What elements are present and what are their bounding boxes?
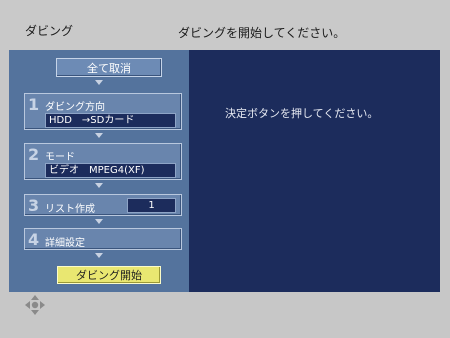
dubbing-menu-panel: 全て取消 1 ダビング方向 HDD →SDカード 2 モード ビデオ MPEG4… <box>9 50 189 292</box>
step-label: モード <box>45 152 75 163</box>
step-detailed-settings[interactable]: 4 詳細設定 <box>24 228 182 250</box>
message-panel: 決定ボタンを押してください。 <box>189 50 440 292</box>
step-label: ダビング方向 <box>45 102 105 113</box>
screen-instruction: ダビングを開始してください。 <box>178 26 346 40</box>
arrow-down-icon <box>95 219 103 224</box>
step-number: 2 <box>28 145 40 164</box>
dpad-icon <box>25 295 45 315</box>
clear-all-button[interactable]: 全て取消 <box>56 58 162 77</box>
press-enter-message: 決定ボタンを押してください。 <box>225 107 379 120</box>
arrow-down-icon <box>95 253 103 258</box>
step-dubbing-direction[interactable]: 1 ダビング方向 HDD →SDカード <box>24 93 182 130</box>
start-dubbing-button[interactable]: ダビング開始 <box>57 266 161 284</box>
step-mode[interactable]: 2 モード ビデオ MPEG4(XF) <box>24 143 182 180</box>
step-value: 1 <box>127 198 176 213</box>
arrow-down-icon <box>95 183 103 188</box>
step-value: HDD →SDカード <box>45 113 176 128</box>
header-bar: ダビング ダビングを開始してください。 <box>0 0 450 50</box>
step-number: 1 <box>28 95 40 114</box>
step-label: 詳細設定 <box>45 238 85 249</box>
step-label: リスト作成 <box>45 204 95 215</box>
step-value: ビデオ MPEG4(XF) <box>45 163 176 178</box>
step-list-creation[interactable]: 3 リスト作成 1 <box>24 194 182 216</box>
screen-title: ダビング <box>25 24 74 38</box>
arrow-down-icon <box>95 80 103 85</box>
step-number: 3 <box>28 196 40 215</box>
arrow-down-icon <box>95 133 103 138</box>
step-number: 4 <box>28 230 40 249</box>
